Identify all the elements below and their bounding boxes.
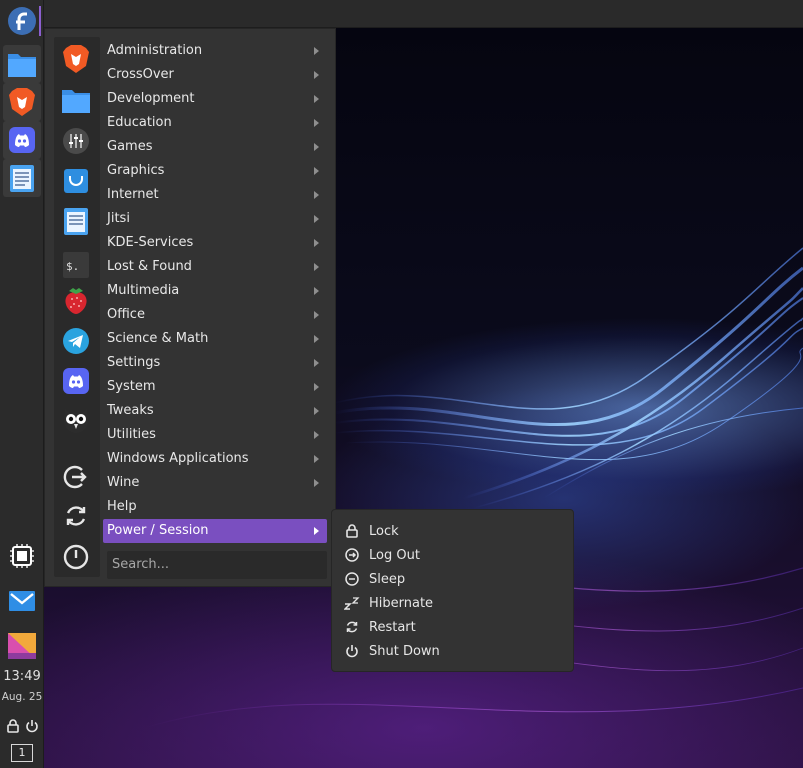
favorite-strawberry-icon[interactable] (58, 282, 94, 318)
category-games[interactable]: Games (103, 135, 327, 159)
dock-notes-button[interactable] (3, 159, 41, 197)
category-internet[interactable]: Internet (103, 183, 327, 207)
category-lost-and-found[interactable]: Lost & Found (103, 255, 327, 279)
dock-cpu-monitor-button[interactable] (3, 537, 41, 575)
chevron-right-icon (314, 167, 319, 175)
favorite-notes-icon[interactable] (58, 203, 94, 239)
favorite-power-icon[interactable] (58, 539, 94, 575)
chevron-right-icon (314, 119, 319, 127)
search-input[interactable]: Search... (107, 551, 327, 579)
clock-date[interactable]: Aug. 25 (0, 691, 44, 703)
power-icon (26, 720, 38, 733)
chevron-right-icon (314, 47, 319, 55)
dock-discord-button[interactable] (3, 121, 41, 159)
favorite-brave-icon[interactable] (58, 41, 94, 77)
left-dock: 13:49 Aug. 25 1 (0, 0, 44, 768)
chevron-right-icon (314, 215, 319, 223)
category-windows-applications[interactable]: Windows Applications (103, 447, 327, 471)
sleep-menu-item[interactable]: Sleep (344, 567, 564, 591)
cpu-chip-icon (10, 544, 34, 568)
favorite-files-icon[interactable] (58, 82, 94, 118)
top-panel (44, 0, 803, 28)
category-multimedia[interactable]: Multimedia (103, 279, 327, 303)
chevron-right-icon (314, 455, 319, 463)
sleep-icon (344, 571, 360, 587)
dock-power-button[interactable] (24, 718, 40, 734)
category-administration[interactable]: Administration (103, 39, 327, 63)
chevron-right-icon (314, 311, 319, 319)
chevron-right-icon (314, 527, 319, 535)
favorite-terminal-icon[interactable]: $. (58, 247, 94, 283)
notes-icon (10, 165, 34, 192)
chevron-right-icon (314, 263, 319, 271)
dock-media-button[interactable] (3, 627, 41, 665)
application-menu: $. Administration CrossOver Development … (44, 28, 336, 587)
mail-icon (9, 591, 35, 611)
dock-brave-button[interactable] (3, 83, 41, 121)
category-settings[interactable]: Settings (103, 351, 327, 375)
workspace-switcher[interactable]: 1 (11, 744, 33, 762)
lock-icon (344, 523, 360, 539)
chevron-right-icon (314, 143, 319, 151)
media-player-icon (8, 633, 36, 659)
chevron-right-icon (314, 71, 319, 79)
shutdown-menu-item[interactable]: Shut Down (344, 639, 564, 663)
category-help[interactable]: Help (103, 495, 327, 519)
hibernate-menu-item[interactable]: Hibernate (344, 591, 564, 615)
favorite-telegram-icon[interactable] (58, 323, 94, 359)
favorite-logout-icon[interactable] (58, 459, 94, 495)
chevron-right-icon (314, 335, 319, 343)
favorite-restart-icon[interactable] (58, 498, 94, 534)
logout-menu-item[interactable]: Log Out (344, 543, 564, 567)
category-education[interactable]: Education (103, 111, 327, 135)
chevron-right-icon (314, 383, 319, 391)
dock-active-indicator (39, 6, 41, 36)
power-icon (344, 643, 360, 659)
restart-icon (344, 619, 360, 635)
dock-mail-button[interactable] (3, 582, 41, 620)
dock-fedora-menu-button[interactable] (3, 2, 41, 40)
category-kde-services[interactable]: KDE-Services (103, 231, 327, 255)
lock-icon (7, 719, 19, 733)
favorite-discord-icon[interactable] (58, 363, 94, 399)
chevron-right-icon (314, 191, 319, 199)
favorite-store-icon[interactable] (58, 163, 94, 199)
chevron-right-icon (314, 239, 319, 247)
favorite-mixer-icon[interactable] (58, 123, 94, 159)
chevron-right-icon (314, 359, 319, 367)
dock-lock-button[interactable] (5, 718, 21, 734)
category-tweaks[interactable]: Tweaks (103, 399, 327, 423)
chevron-right-icon (314, 95, 319, 103)
restart-menu-item[interactable]: Restart (344, 615, 564, 639)
category-science-math[interactable]: Science & Math (103, 327, 327, 351)
category-graphics[interactable]: Graphics (103, 159, 327, 183)
chevron-right-icon (314, 479, 319, 487)
category-office[interactable]: Office (103, 303, 327, 327)
hibernate-icon (344, 595, 360, 611)
fedora-logo-icon (8, 7, 36, 35)
power-session-submenu: Lock Log Out Sleep Hibernate Restart Shu… (331, 509, 574, 672)
category-utilities[interactable]: Utilities (103, 423, 327, 447)
folder-icon (8, 54, 36, 77)
logout-icon (344, 547, 360, 563)
chevron-right-icon (314, 431, 319, 439)
chevron-right-icon (314, 407, 319, 415)
lock-menu-item[interactable]: Lock (344, 519, 564, 543)
category-system[interactable]: System (103, 375, 327, 399)
category-development[interactable]: Development (103, 87, 327, 111)
category-wine[interactable]: Wine (103, 471, 327, 495)
svg-text:$.: $. (66, 260, 79, 273)
category-jitsi[interactable]: Jitsi (103, 207, 327, 231)
category-crossover[interactable]: CrossOver (103, 63, 327, 87)
clock-time[interactable]: 13:49 (0, 669, 44, 684)
dock-files-button[interactable] (3, 45, 41, 83)
discord-icon (9, 127, 35, 153)
brave-browser-icon (9, 88, 35, 116)
chevron-right-icon (314, 287, 319, 295)
favorite-owl-icon[interactable] (58, 401, 94, 437)
category-power-session[interactable]: Power / Session (103, 519, 327, 543)
